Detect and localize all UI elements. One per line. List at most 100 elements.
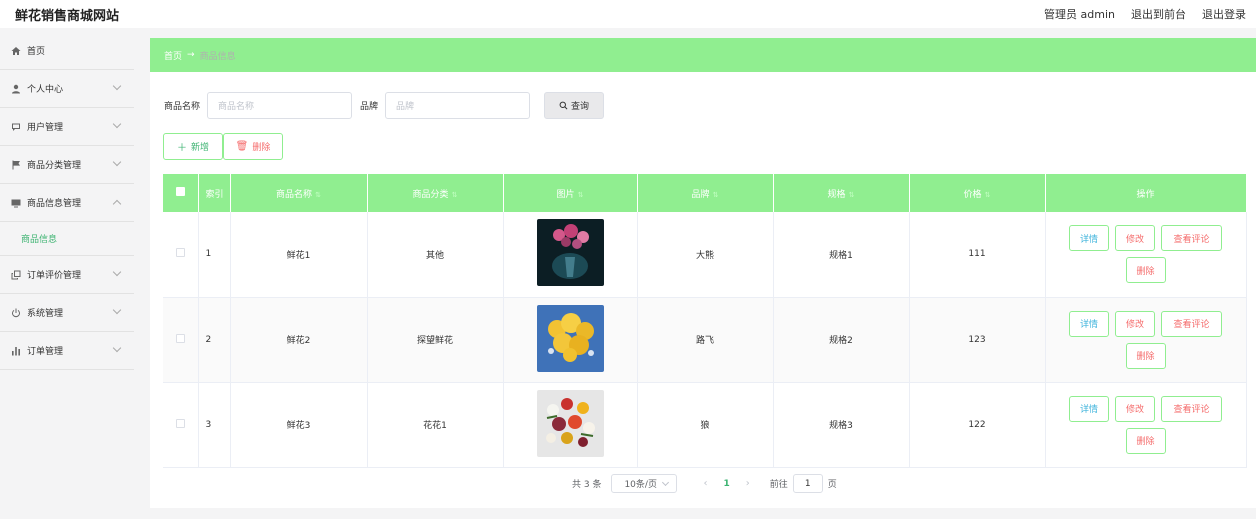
logout-link[interactable]: 退出登录	[1202, 6, 1246, 22]
row-index: 1	[198, 212, 231, 298]
view-comments-button[interactable]: 查看评论	[1161, 225, 1222, 252]
header-name[interactable]: 商品名称 ⇅	[230, 174, 368, 212]
page-size-select[interactable]: 10条/页	[611, 474, 678, 493]
sidebar-item-orders[interactable]: 订单管理	[0, 332, 134, 370]
row-checkbox[interactable]	[175, 248, 185, 258]
admin-label[interactable]: 管理员 admin	[1044, 6, 1115, 22]
bar-chart-icon	[10, 345, 22, 357]
header-spec-label: 规格	[827, 189, 846, 200]
sidebar-item-home[interactable]: 首页	[0, 32, 134, 70]
header-image[interactable]: 图片 ⇅	[503, 174, 638, 212]
breadcrumb-current: 商品信息	[199, 51, 236, 62]
goto-page-input[interactable]: 1	[792, 474, 823, 493]
row-spec: 规格1	[773, 212, 910, 298]
sort-icon[interactable]: ⇅	[452, 191, 458, 199]
edit-button[interactable]: 修改	[1115, 310, 1155, 337]
row-spec: 规格2	[773, 297, 910, 383]
sidebar-item-products[interactable]: 商品信息管理	[0, 184, 134, 222]
row-spec: 规格3	[773, 382, 910, 468]
power-icon	[10, 307, 22, 319]
row-index: 2	[198, 297, 231, 383]
to-front-link[interactable]: 退出到前台	[1131, 6, 1186, 22]
sort-icon[interactable]: ⇅	[985, 191, 991, 199]
flower-vase-image[interactable]	[536, 219, 604, 287]
sidebar-item-categories[interactable]: 商品分类管理	[0, 146, 134, 184]
header-price-label: 价格	[963, 189, 982, 200]
sort-icon[interactable]: ⇅	[713, 191, 719, 199]
mixed-bouquet-image[interactable]	[536, 389, 604, 457]
sidebar-item-personal[interactable]: 个人中心	[0, 70, 134, 108]
view-comments-button[interactable]: 查看评论	[1161, 310, 1222, 337]
header-category-label: 商品分类	[412, 189, 449, 200]
row-checkbox[interactable]	[175, 333, 185, 343]
row-price: 111	[909, 212, 1046, 298]
edit-button[interactable]: 修改	[1115, 225, 1155, 252]
row-select-cell[interactable]	[163, 297, 199, 383]
header-index: 索引	[198, 174, 231, 212]
sidebar-item-system[interactable]: 系统管理	[0, 294, 134, 332]
next-page-icon[interactable]: ›	[746, 478, 750, 489]
header-category[interactable]: 商品分类 ⇅	[367, 174, 504, 212]
prev-page-icon[interactable]: ‹	[703, 478, 707, 489]
page-number[interactable]: 1	[723, 479, 729, 489]
select-all-checkbox[interactable]	[175, 187, 185, 196]
goto-unit: 页	[827, 480, 837, 490]
header-spec[interactable]: 规格 ⇅	[773, 174, 910, 212]
sidebar-item-reviews[interactable]: 订单评价管理	[0, 256, 134, 294]
edit-button[interactable]: 修改	[1115, 395, 1155, 422]
delete-row-button[interactable]: 删除	[1125, 257, 1166, 284]
chevron-down-icon	[112, 305, 122, 315]
view-comments-button[interactable]: 查看评论	[1161, 395, 1222, 422]
sidebar-subitem-product-info[interactable]: 商品信息	[0, 222, 134, 256]
row-ops: 详情 修改 查看评论 删除	[1045, 212, 1247, 298]
row-image-cell	[503, 212, 638, 298]
header-price[interactable]: 价格 ⇅	[909, 174, 1046, 212]
sidebar-item-label: 首页	[27, 47, 46, 57]
sidebar-item-users[interactable]: 用户管理	[0, 108, 134, 146]
row-select-cell[interactable]	[163, 212, 199, 298]
breadcrumb-home[interactable]: 首页	[164, 49, 182, 62]
sidebar-item-label: 系统管理	[27, 309, 64, 319]
chevron-down-icon	[112, 81, 122, 91]
trash-icon: 🗑	[235, 141, 249, 152]
batch-delete-button[interactable]: 🗑 删除	[223, 133, 283, 160]
goto-label: 前往	[769, 480, 788, 490]
top-bar: 鲜花销售商城网站 管理员 admin 退出到前台 退出登录	[0, 0, 1256, 28]
flag-icon	[10, 159, 22, 171]
brand-search-input[interactable]: 品牌	[385, 92, 531, 119]
table-row: 3 鲜花3 花花1 狼 规格3 122 详情 修改 查看评论 删除	[163, 382, 1247, 468]
row-category: 探望鲜花	[367, 297, 504, 383]
query-button[interactable]: 查询	[544, 92, 605, 119]
name-search-input[interactable]: 商品名称	[207, 92, 353, 119]
header-brand[interactable]: 品牌 ⇅	[637, 174, 774, 212]
yellow-roses-image[interactable]	[536, 304, 604, 372]
copy-icon	[10, 269, 22, 281]
add-button-label: 新增	[190, 143, 209, 153]
sort-icon[interactable]: ⇅	[315, 191, 321, 199]
header-ops: 操作	[1045, 174, 1247, 212]
detail-button[interactable]: 详情	[1069, 225, 1109, 252]
row-brand: 路飞	[637, 297, 774, 383]
row-category: 其他	[367, 212, 504, 298]
row-image-cell	[503, 297, 638, 383]
row-category: 花花1	[367, 382, 504, 468]
query-button-label: 查询	[571, 102, 590, 112]
detail-button[interactable]: 详情	[1069, 395, 1109, 422]
detail-button[interactable]: 详情	[1069, 310, 1109, 337]
delete-row-button[interactable]: 删除	[1125, 427, 1166, 454]
add-button[interactable]: ＋ 新增	[163, 133, 223, 160]
row-index: 3	[198, 382, 231, 468]
sort-icon[interactable]: ⇅	[849, 191, 855, 199]
select-all-cell[interactable]	[163, 174, 199, 212]
plus-icon: ＋	[176, 143, 187, 154]
delete-row-button[interactable]: 删除	[1125, 342, 1166, 369]
row-name: 鲜花1	[230, 212, 368, 298]
monitor-icon	[10, 197, 22, 209]
sort-icon[interactable]: ⇅	[578, 191, 584, 199]
user-icon	[10, 83, 22, 95]
row-checkbox[interactable]	[175, 418, 185, 428]
brand-filter-label: 品牌	[360, 102, 379, 112]
chevron-up-icon	[112, 199, 122, 209]
row-select-cell[interactable]	[163, 382, 199, 468]
sidebar-item-label: 商品信息管理	[27, 199, 82, 209]
